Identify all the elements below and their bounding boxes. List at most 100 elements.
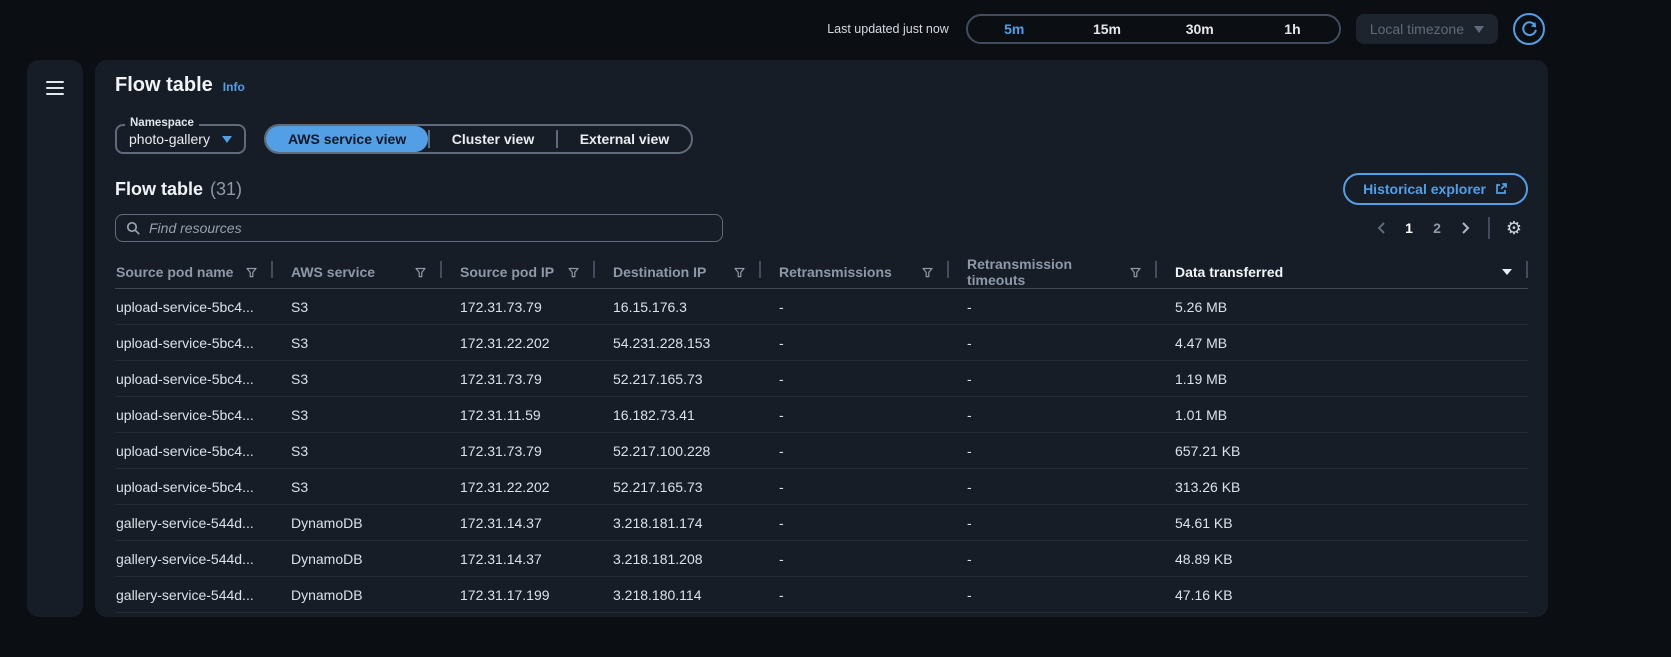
tab-external-view[interactable]: External view <box>558 126 692 152</box>
cell-destination-ip: 3.218.180.114 <box>595 577 761 613</box>
time-range-15m[interactable]: 15m <box>1061 16 1154 42</box>
cell-retransmissions: - <box>761 577 949 613</box>
table-toolbar: 1 2 ⚙ <box>115 214 1528 242</box>
cell-retransmission-timeouts: - <box>949 469 1157 505</box>
view-segmented-control: AWS service view Cluster view External v… <box>264 124 693 154</box>
cell-retransmissions: - <box>761 469 949 505</box>
cell-destination-ip: 54.231.228.153 <box>595 325 761 361</box>
cell-data-transferred: 54.61 KB <box>1157 505 1528 541</box>
sort-descending-icon <box>1502 269 1512 275</box>
column-header-aws-service[interactable]: AWS service <box>273 256 442 289</box>
external-link-icon <box>1494 182 1508 196</box>
filter-icon[interactable] <box>415 267 426 278</box>
chevron-down-icon <box>222 136 232 143</box>
page-title: Flow table <box>115 74 213 97</box>
cell-data-transferred: 1.19 MB <box>1157 361 1528 397</box>
cell-retransmission-timeouts: - <box>949 397 1157 433</box>
search-box <box>115 214 723 242</box>
cell-source-pod-ip: 172.31.14.37 <box>442 505 595 541</box>
filter-icon[interactable] <box>734 267 745 278</box>
cell-retransmission-timeouts: - <box>949 577 1157 613</box>
page-1-button[interactable]: 1 <box>1396 215 1422 241</box>
table-row: upload-service-5bc4... S3 172.31.22.202 … <box>115 469 1528 505</box>
cell-aws-service: S3 <box>273 433 442 469</box>
column-header-retransmission-timeouts[interactable]: Retransmission timeouts <box>949 256 1157 289</box>
last-updated-text: Last updated just now <box>827 22 949 36</box>
next-page-button[interactable] <box>1452 215 1478 241</box>
page-2-button[interactable]: 2 <box>1424 215 1450 241</box>
table-row: upload-service-5bc4... S3 172.31.73.79 5… <box>115 361 1528 397</box>
column-header-source-pod-ip[interactable]: Source pod IP <box>442 256 595 289</box>
cell-source-pod-ip: 172.31.73.79 <box>442 289 595 325</box>
cell-source-pod-ip: 172.31.22.202 <box>442 469 595 505</box>
chevron-down-icon <box>1474 26 1484 33</box>
cell-retransmission-timeouts: - <box>949 541 1157 577</box>
hamburger-icon <box>46 81 64 83</box>
column-header-destination-ip[interactable]: Destination IP <box>595 256 761 289</box>
historical-explorer-button[interactable]: Historical explorer <box>1343 173 1528 205</box>
namespace-value: photo-gallery <box>129 131 210 147</box>
time-range-30m[interactable]: 30m <box>1153 16 1246 42</box>
table-body: upload-service-5bc4... S3 172.31.73.79 1… <box>115 289 1528 613</box>
time-range-1h[interactable]: 1h <box>1246 16 1339 42</box>
search-icon <box>126 221 141 236</box>
filter-icon[interactable] <box>1130 267 1141 278</box>
cell-data-transferred: 5.26 MB <box>1157 289 1528 325</box>
table-header-row: Flow table(31) Historical explorer <box>115 174 1528 204</box>
pagination-divider <box>1488 217 1490 239</box>
cell-source-pod-ip: 172.31.14.37 <box>442 541 595 577</box>
cell-aws-service: S3 <box>273 397 442 433</box>
cell-source-pod-name: gallery-service-544d... <box>115 505 273 541</box>
cell-retransmission-timeouts: - <box>949 289 1157 325</box>
chevron-left-icon <box>1377 221 1386 235</box>
timezone-select[interactable]: Local timezone <box>1356 14 1498 44</box>
table-row: gallery-service-544d... DynamoDB 172.31.… <box>115 541 1528 577</box>
cell-aws-service: S3 <box>273 469 442 505</box>
cell-aws-service: S3 <box>273 325 442 361</box>
table-settings-button[interactable]: ⚙ <box>1500 214 1528 242</box>
cell-source-pod-ip: 172.31.17.199 <box>442 577 595 613</box>
filter-controls: Namespace photo-gallery AWS service view… <box>115 124 1528 154</box>
table-row: gallery-service-544d... DynamoDB 172.31.… <box>115 577 1528 613</box>
pagination: 1 2 ⚙ <box>1368 214 1528 242</box>
filter-icon[interactable] <box>246 267 257 278</box>
table-count: (31) <box>210 179 242 199</box>
cell-destination-ip: 52.217.100.228 <box>595 433 761 469</box>
search-input[interactable] <box>149 220 712 236</box>
menu-toggle-button[interactable] <box>27 60 83 116</box>
cell-data-transferred: 4.47 MB <box>1157 325 1528 361</box>
cell-aws-service: S3 <box>273 361 442 397</box>
cell-retransmissions: - <box>761 361 949 397</box>
filter-icon[interactable] <box>922 267 933 278</box>
cell-retransmission-timeouts: - <box>949 361 1157 397</box>
cell-destination-ip: 16.182.73.41 <box>595 397 761 433</box>
column-header-source-pod-name[interactable]: Source pod name <box>115 256 273 289</box>
cell-retransmission-timeouts: - <box>949 505 1157 541</box>
previous-page-button[interactable] <box>1368 215 1394 241</box>
timezone-label: Local timezone <box>1370 21 1464 37</box>
tab-cluster-view[interactable]: Cluster view <box>430 126 556 152</box>
filter-icon[interactable] <box>568 267 579 278</box>
cell-destination-ip: 3.218.181.174 <box>595 505 761 541</box>
cell-source-pod-name: upload-service-5bc4... <box>115 469 273 505</box>
cell-retransmissions: - <box>761 541 949 577</box>
time-range-control: 5m 15m 30m 1h <box>966 14 1341 44</box>
refresh-button[interactable] <box>1513 13 1545 45</box>
column-header-row: Source pod name AWS service Source pod I… <box>115 256 1528 289</box>
flow-table-panel: Flow table Info Namespace photo-gallery … <box>95 60 1548 617</box>
namespace-label: Namespace <box>125 117 199 129</box>
cell-data-transferred: 48.89 KB <box>1157 541 1528 577</box>
tab-aws-service-view[interactable]: AWS service view <box>266 126 428 152</box>
chevron-right-icon <box>1461 221 1470 235</box>
cell-retransmissions: - <box>761 325 949 361</box>
namespace-select[interactable]: Namespace photo-gallery <box>115 124 246 154</box>
column-header-retransmissions[interactable]: Retransmissions <box>761 256 949 289</box>
time-range-5m[interactable]: 5m <box>968 16 1061 42</box>
table-row: upload-service-5bc4... S3 172.31.11.59 1… <box>115 397 1528 433</box>
cell-source-pod-name: upload-service-5bc4... <box>115 397 273 433</box>
info-link[interactable]: Info <box>223 80 245 94</box>
column-header-data-transferred[interactable]: Data transferred <box>1157 256 1528 289</box>
cell-source-pod-name: upload-service-5bc4... <box>115 433 273 469</box>
table-row: upload-service-5bc4... S3 172.31.73.79 5… <box>115 433 1528 469</box>
table-title-group: Flow table(31) <box>115 179 242 200</box>
